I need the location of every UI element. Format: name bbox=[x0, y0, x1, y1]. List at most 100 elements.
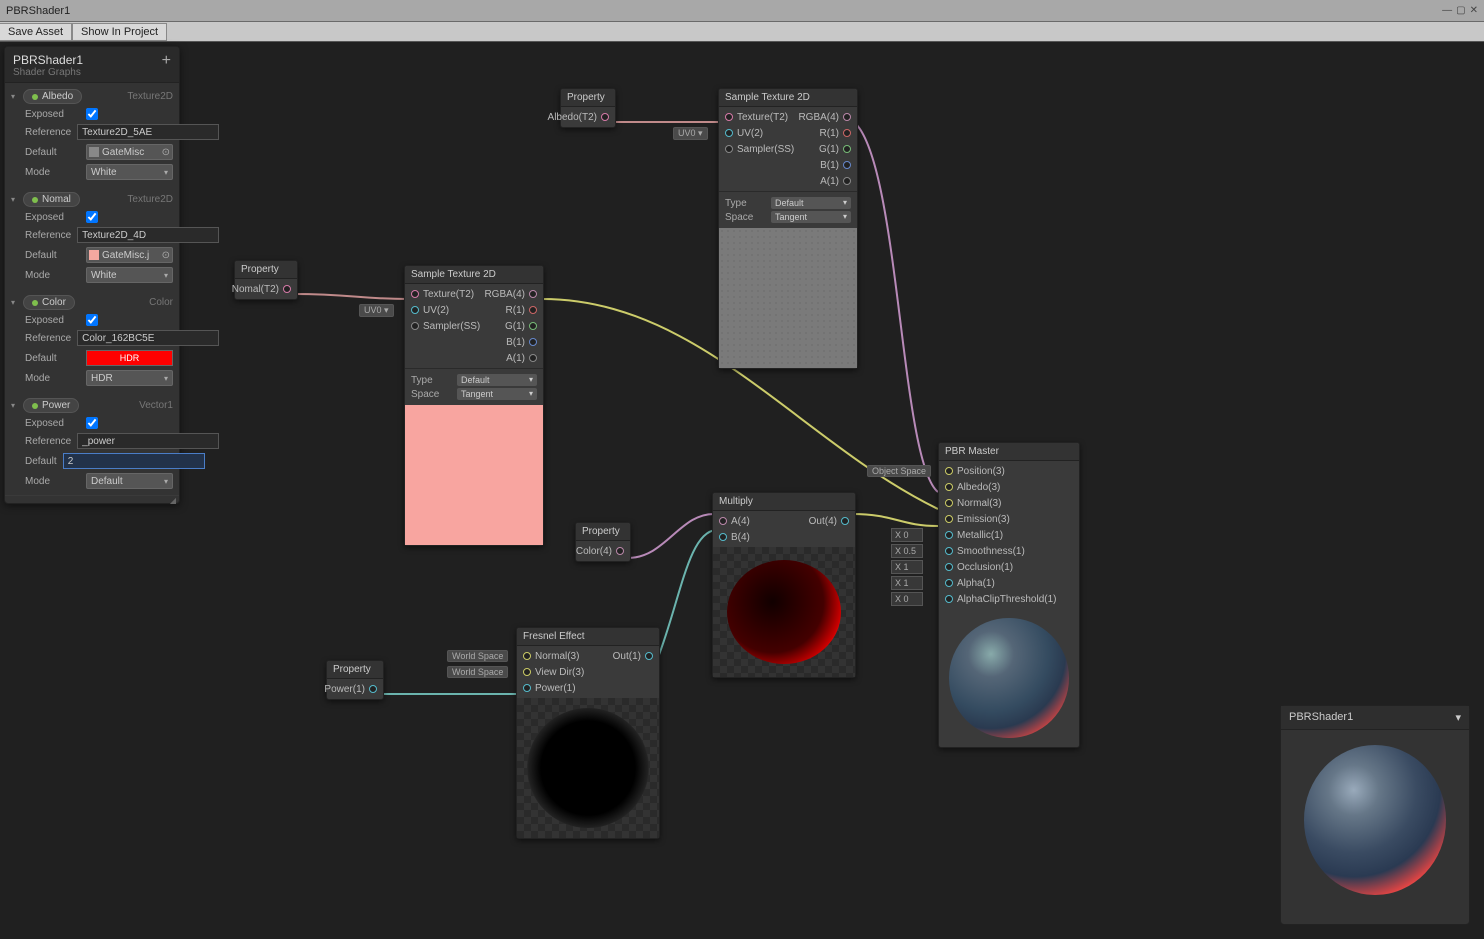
save-asset-button[interactable]: Save Asset bbox=[0, 23, 72, 41]
input-port[interactable] bbox=[945, 483, 953, 491]
blackboard-panel[interactable]: PBRShader1 Shader Graphs + ▾ Albedo Text… bbox=[4, 46, 180, 504]
close-icon[interactable]: ✕ bbox=[1470, 5, 1478, 16]
color-field[interactable]: HDR bbox=[86, 350, 173, 366]
input-port[interactable] bbox=[523, 684, 531, 692]
input-port[interactable] bbox=[945, 467, 953, 475]
node-property-normal[interactable]: Property Nomal(T2) bbox=[234, 260, 298, 300]
type-dropdown[interactable]: Default bbox=[771, 197, 851, 209]
node-property-power[interactable]: Property Power(1) bbox=[326, 660, 384, 700]
input-port[interactable] bbox=[945, 563, 953, 571]
input-port[interactable] bbox=[945, 499, 953, 507]
collapse-icon[interactable]: ▾ bbox=[11, 401, 19, 410]
input-port[interactable] bbox=[719, 533, 727, 541]
space-tag[interactable]: World Space bbox=[447, 666, 508, 678]
uv-tag[interactable]: UV0 ▾ bbox=[673, 127, 708, 140]
output-port[interactable] bbox=[283, 285, 291, 293]
output-port[interactable] bbox=[369, 685, 377, 693]
space-tag[interactable]: Object Space bbox=[867, 465, 931, 477]
node-sample-texture-albedo[interactable]: Sample Texture 2D Texture(T2) RGBA(4) UV… bbox=[718, 88, 858, 369]
output-port[interactable] bbox=[529, 306, 537, 314]
collapse-icon[interactable]: ▾ bbox=[11, 298, 19, 307]
object-picker-icon[interactable]: ⊙ bbox=[162, 147, 170, 158]
output-port[interactable] bbox=[529, 354, 537, 362]
space-tag[interactable]: World Space bbox=[447, 650, 508, 662]
show-in-project-button[interactable]: Show In Project bbox=[72, 23, 167, 41]
property-pill[interactable]: Power bbox=[23, 398, 79, 413]
space-dropdown[interactable]: Tangent bbox=[457, 388, 537, 400]
input-port[interactable] bbox=[411, 306, 419, 314]
minimize-icon[interactable]: — bbox=[1442, 5, 1452, 16]
node-property-albedo[interactable]: Property Albedo(T2) bbox=[560, 88, 616, 128]
reference-input[interactable] bbox=[77, 433, 219, 449]
property-pill[interactable]: Nomal bbox=[23, 192, 80, 207]
input-port[interactable] bbox=[411, 290, 419, 298]
x-field[interactable]: X 0 bbox=[891, 528, 923, 542]
input-port[interactable] bbox=[411, 322, 419, 330]
output-port[interactable] bbox=[529, 290, 537, 298]
x-field[interactable]: X 1 bbox=[891, 560, 923, 574]
panel-resize-handle[interactable]: ◢ bbox=[5, 495, 179, 503]
main-preview-panel[interactable]: PBRShader1 ▾ bbox=[1280, 705, 1470, 925]
output-port[interactable] bbox=[529, 322, 537, 330]
output-port[interactable] bbox=[843, 177, 851, 185]
property-color[interactable]: ▾ Color Color Exposed Reference Default … bbox=[5, 289, 179, 392]
input-port[interactable] bbox=[725, 145, 733, 153]
input-port[interactable] bbox=[523, 668, 531, 676]
property-pill[interactable]: Albedo bbox=[23, 89, 82, 104]
input-port[interactable] bbox=[945, 579, 953, 587]
property-power[interactable]: ▾ Power Vector1 Exposed Reference Defaul… bbox=[5, 392, 179, 495]
output-port[interactable] bbox=[843, 145, 851, 153]
input-port[interactable] bbox=[719, 517, 727, 525]
x-field[interactable]: X 0 bbox=[891, 592, 923, 606]
preview-viewport[interactable] bbox=[1281, 730, 1469, 918]
node-fresnel-effect[interactable]: Fresnel Effect World Space Normal(3) Out… bbox=[516, 627, 660, 839]
x-field[interactable]: X 0.5 bbox=[891, 544, 923, 558]
uv-tag[interactable]: UV0 ▾ bbox=[359, 304, 394, 317]
reference-input[interactable] bbox=[77, 227, 219, 243]
output-port[interactable] bbox=[645, 652, 653, 660]
object-picker-icon[interactable]: ⊙ bbox=[162, 250, 170, 261]
node-sample-texture-normal[interactable]: Sample Texture 2D Texture(T2) RGBA(4) UV… bbox=[404, 265, 544, 546]
output-port[interactable] bbox=[601, 113, 609, 121]
output-port[interactable] bbox=[843, 161, 851, 169]
property-albedo[interactable]: ▾ Albedo Texture2D Exposed Reference Def… bbox=[5, 83, 179, 186]
input-port[interactable] bbox=[945, 515, 953, 523]
add-property-button[interactable]: + bbox=[162, 53, 171, 69]
mode-dropdown[interactable]: White bbox=[86, 164, 173, 180]
input-port[interactable] bbox=[725, 129, 733, 137]
output-port[interactable] bbox=[529, 338, 537, 346]
chevron-down-icon[interactable]: ▾ bbox=[1455, 711, 1461, 724]
mode-dropdown[interactable]: Default bbox=[86, 473, 173, 489]
output-port[interactable] bbox=[841, 517, 849, 525]
output-port[interactable] bbox=[843, 113, 851, 121]
property-normal[interactable]: ▾ Nomal Texture2D Exposed Reference Defa… bbox=[5, 186, 179, 289]
node-property-color[interactable]: Property Color(4) bbox=[575, 522, 631, 562]
node-multiply[interactable]: Multiply A(4) Out(4) B(4) bbox=[712, 492, 856, 678]
collapse-icon[interactable]: ▾ bbox=[11, 92, 19, 101]
mode-dropdown[interactable]: HDR bbox=[86, 370, 173, 386]
exposed-checkbox[interactable] bbox=[86, 108, 98, 120]
texture-object-field[interactable]: GateMisc⊙ bbox=[86, 144, 173, 160]
exposed-checkbox[interactable] bbox=[86, 417, 98, 429]
exposed-checkbox[interactable] bbox=[86, 314, 98, 326]
input-port[interactable] bbox=[725, 113, 733, 121]
reference-input[interactable] bbox=[77, 124, 219, 140]
collapse-icon[interactable]: ▾ bbox=[11, 195, 19, 204]
input-port[interactable] bbox=[945, 547, 953, 555]
x-field[interactable]: X 1 bbox=[891, 576, 923, 590]
graph-canvas[interactable]: PBRShader1 Shader Graphs + ▾ Albedo Text… bbox=[0, 42, 1484, 939]
node-pbr-master[interactable]: PBR Master Object Space Position(3) Albe… bbox=[938, 442, 1080, 748]
default-input[interactable] bbox=[63, 453, 205, 469]
input-port[interactable] bbox=[945, 595, 953, 603]
type-dropdown[interactable]: Default bbox=[457, 374, 537, 386]
exposed-checkbox[interactable] bbox=[86, 211, 98, 223]
input-port[interactable] bbox=[523, 652, 531, 660]
output-port[interactable] bbox=[843, 129, 851, 137]
property-pill[interactable]: Color bbox=[23, 295, 75, 310]
space-dropdown[interactable]: Tangent bbox=[771, 211, 851, 223]
input-port[interactable] bbox=[945, 531, 953, 539]
texture-object-field[interactable]: GateMisc.j⊙ bbox=[86, 247, 173, 263]
maximize-icon[interactable]: ▢ bbox=[1456, 5, 1465, 16]
mode-dropdown[interactable]: White bbox=[86, 267, 173, 283]
output-port[interactable] bbox=[616, 547, 624, 555]
